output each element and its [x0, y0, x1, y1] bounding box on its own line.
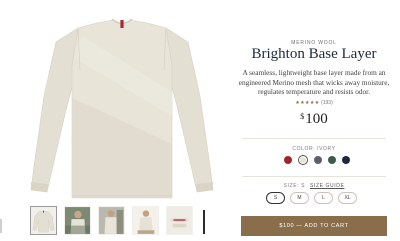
price-amount: 100	[305, 111, 328, 127]
rating-summary[interactable]: ★★★★★ (193)	[228, 100, 400, 106]
size-button-l[interactable]: L	[314, 192, 333, 204]
product-info: MERINO WOOL Brighton Base Layer A seamle…	[228, 0, 400, 241]
thumbnail-4[interactable]	[132, 206, 159, 235]
thumbnail-scroll-right[interactable]	[203, 210, 205, 234]
product-price: $100	[228, 111, 400, 128]
size-button-m[interactable]: M	[290, 192, 309, 204]
rating-stars: ★★★★★	[295, 100, 320, 106]
swatch-green[interactable]	[328, 156, 336, 164]
divider	[242, 176, 386, 177]
thumbnail-3[interactable]	[98, 206, 125, 235]
size-selected-label: SIZE: S	[283, 183, 306, 189]
swatch-ivory[interactable]	[298, 155, 308, 165]
price-currency: $	[300, 112, 305, 122]
thumbnail-strip	[30, 206, 193, 236]
size-button-xl[interactable]: XL	[338, 192, 357, 204]
swatch-charcoal[interactable]	[314, 156, 322, 164]
shirt-illustration	[30, 18, 214, 199]
product-description: A seamless, lightweight base layer made …	[238, 68, 390, 97]
add-to-cart-button[interactable]: $100 — ADD TO CART	[241, 216, 387, 236]
color-swatches	[284, 155, 350, 165]
product-title: Brighton Base Layer	[251, 46, 377, 62]
color-label: COLOR: IVORY	[292, 146, 336, 152]
swatch-red[interactable]	[284, 156, 292, 164]
swatch-navy[interactable]	[342, 156, 350, 164]
size-button-s[interactable]: S	[266, 192, 285, 204]
product-image[interactable]	[22, 6, 222, 202]
thumbnail-2[interactable]	[64, 206, 91, 235]
size-label: SIZE: S SIZE GUIDE	[228, 183, 400, 189]
size-options: S M L XL	[266, 192, 357, 204]
review-count[interactable]: (193)	[321, 100, 333, 106]
thumbnail-1[interactable]	[30, 206, 57, 235]
thumbnail-5[interactable]	[166, 206, 193, 235]
size-guide-link[interactable]: SIZE GUIDE	[310, 183, 344, 189]
divider	[242, 138, 386, 139]
thumbnail-scroll-left[interactable]	[0, 219, 8, 233]
